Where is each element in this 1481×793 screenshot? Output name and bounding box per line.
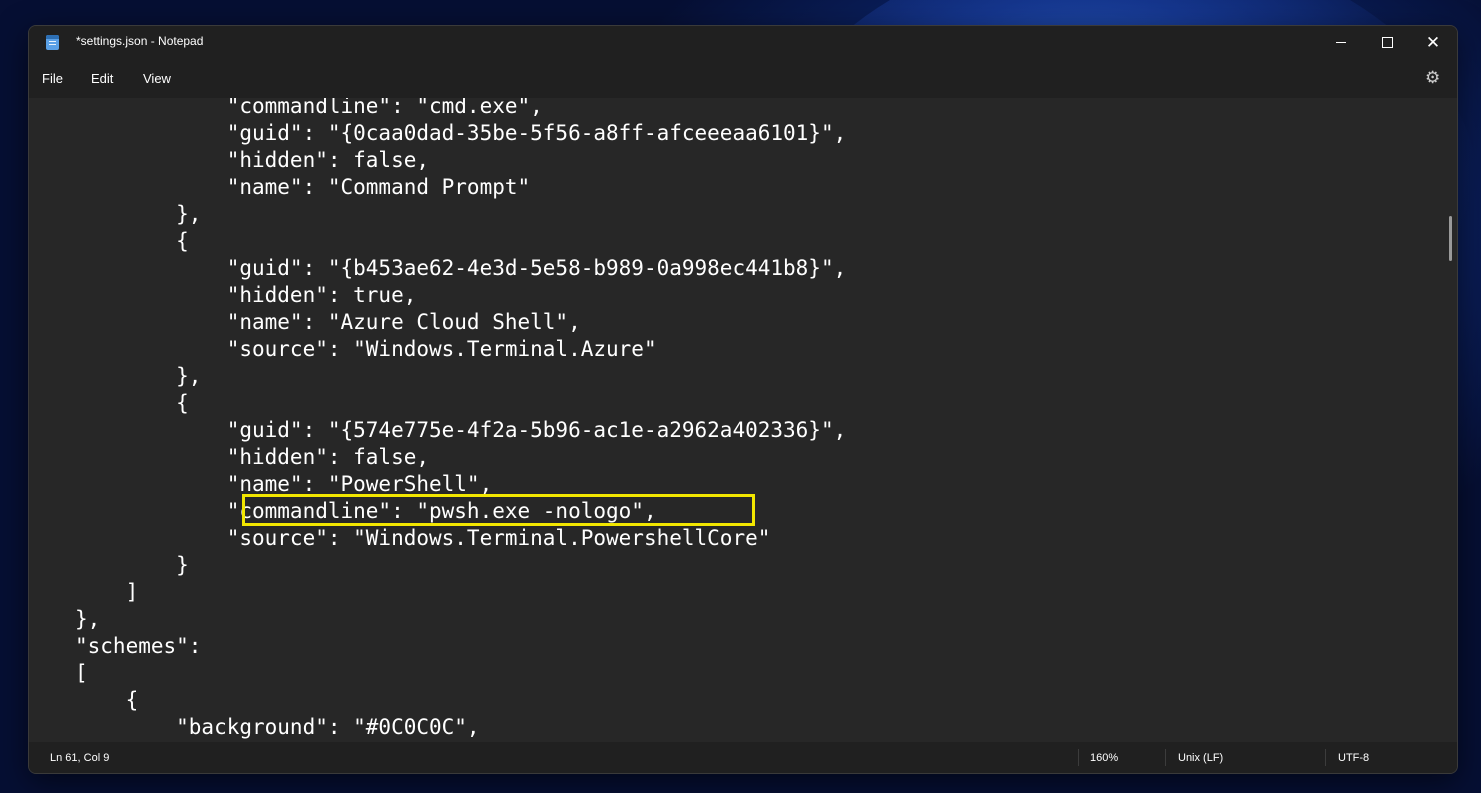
- code-line[interactable]: ]: [75, 579, 139, 606]
- minimize-button[interactable]: [1318, 26, 1364, 58]
- code-line[interactable]: "schemes":: [75, 633, 201, 660]
- status-divider: [1165, 749, 1166, 766]
- window-title: *settings.json - Notepad: [76, 34, 204, 48]
- status-bar: Ln 61, Col 9 160% Unix (LF) UTF-8: [29, 742, 1457, 773]
- code-line[interactable]: },: [75, 363, 201, 390]
- notepad-icon: [46, 35, 59, 50]
- maximize-icon: [1381, 36, 1393, 48]
- code-line[interactable]: "guid": "{b453ae62-4e3d-5e58-b989-0a998e…: [75, 255, 847, 282]
- code-line[interactable]: "name": "Azure Cloud Shell",: [75, 309, 581, 336]
- code-line[interactable]: }: [75, 552, 189, 579]
- menu-edit[interactable]: Edit: [91, 71, 113, 86]
- code-line[interactable]: "hidden": false,: [75, 444, 429, 471]
- status-divider: [1325, 749, 1326, 766]
- code-line[interactable]: {: [75, 687, 139, 714]
- code-line[interactable]: "background": "#0C0C0C",: [75, 714, 479, 741]
- code-line[interactable]: "guid": "{574e775e-4f2a-5b96-ac1e-a2962a…: [75, 417, 847, 444]
- menu-view[interactable]: View: [143, 71, 171, 86]
- text-editor[interactable]: "background": "#0C0C0C", {["schemes":}, …: [29, 98, 1457, 742]
- code-line[interactable]: {: [75, 228, 189, 255]
- maximize-button[interactable]: [1364, 26, 1410, 58]
- gear-icon[interactable]: ⚙: [1425, 68, 1440, 88]
- code-line[interactable]: {: [75, 390, 189, 417]
- code-line[interactable]: "source": "Windows.Terminal.PowershellCo…: [75, 525, 771, 552]
- encoding[interactable]: UTF-8: [1338, 752, 1369, 764]
- status-divider: [1078, 749, 1079, 766]
- code-line[interactable]: "name": "Command Prompt": [75, 174, 530, 201]
- code-line[interactable]: "hidden": true,: [75, 282, 417, 309]
- code-line[interactable]: [: [75, 660, 88, 687]
- menu-bar: File Edit View ⚙: [29, 58, 1457, 98]
- annotation-highlight-box: [242, 494, 755, 526]
- code-line[interactable]: },: [75, 201, 201, 228]
- minimize-icon: [1336, 41, 1346, 43]
- zoom-level[interactable]: 160%: [1090, 752, 1118, 764]
- close-icon: ✕: [1425, 32, 1441, 52]
- line-ending[interactable]: Unix (LF): [1178, 752, 1223, 764]
- notepad-window: *settings.json - Notepad ✕ File Edit Vie…: [28, 25, 1458, 774]
- vertical-scrollbar[interactable]: [1449, 216, 1452, 261]
- close-button[interactable]: ✕: [1410, 26, 1456, 58]
- menu-file[interactable]: File: [42, 71, 63, 86]
- cursor-position: Ln 61, Col 9: [50, 752, 110, 764]
- code-line[interactable]: "commandline": "cmd.exe",: [75, 98, 543, 120]
- code-line[interactable]: "guid": "{0caa0dad-35be-5f56-a8ff-afceee…: [75, 120, 847, 147]
- code-line[interactable]: "hidden": false,: [75, 147, 429, 174]
- code-line[interactable]: },: [75, 606, 100, 633]
- code-line[interactable]: "source": "Windows.Terminal.Azure": [75, 336, 657, 363]
- title-bar[interactable]: *settings.json - Notepad ✕: [29, 26, 1457, 58]
